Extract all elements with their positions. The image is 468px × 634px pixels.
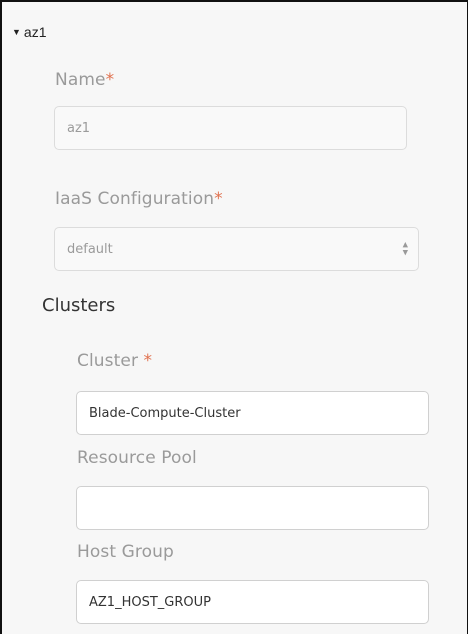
az-title: az1 [23, 24, 47, 40]
cluster-input-value: Blade-Compute-Cluster [89, 405, 241, 421]
required-marker: * [105, 70, 115, 90]
resource-pool-label: Resource Pool [77, 448, 197, 468]
iaas-configuration-select[interactable]: default ▲ ▼ [54, 227, 419, 271]
required-marker: * [214, 189, 223, 209]
iaas-configuration-selected-value: default [67, 241, 113, 257]
host-group-input[interactable]: AZ1_HOST_GROUP [76, 580, 429, 624]
cluster-label: Cluster * [77, 351, 153, 371]
host-group-input-value: AZ1_HOST_GROUP [89, 594, 211, 610]
az-collapse-toggle[interactable]: ▼ az1 [12, 24, 47, 40]
cluster-input[interactable]: Blade-Compute-Cluster [76, 391, 429, 435]
iaas-configuration-label: IaaS Configuration* [55, 189, 223, 209]
az-config-panel: ▼ az1 Name* az1 IaaS Configuration* defa… [0, 0, 468, 634]
name-input-value: az1 [67, 120, 91, 136]
name-input[interactable]: az1 [54, 106, 407, 150]
clusters-section-title: Clusters [42, 295, 116, 316]
name-label: Name* [55, 70, 115, 90]
host-group-label: Host Group [77, 542, 174, 562]
select-arrows-icon: ▲ ▼ [402, 240, 408, 257]
caret-down-icon: ▼ [12, 26, 21, 37]
required-marker: * [143, 351, 153, 371]
resource-pool-input[interactable] [76, 486, 429, 530]
